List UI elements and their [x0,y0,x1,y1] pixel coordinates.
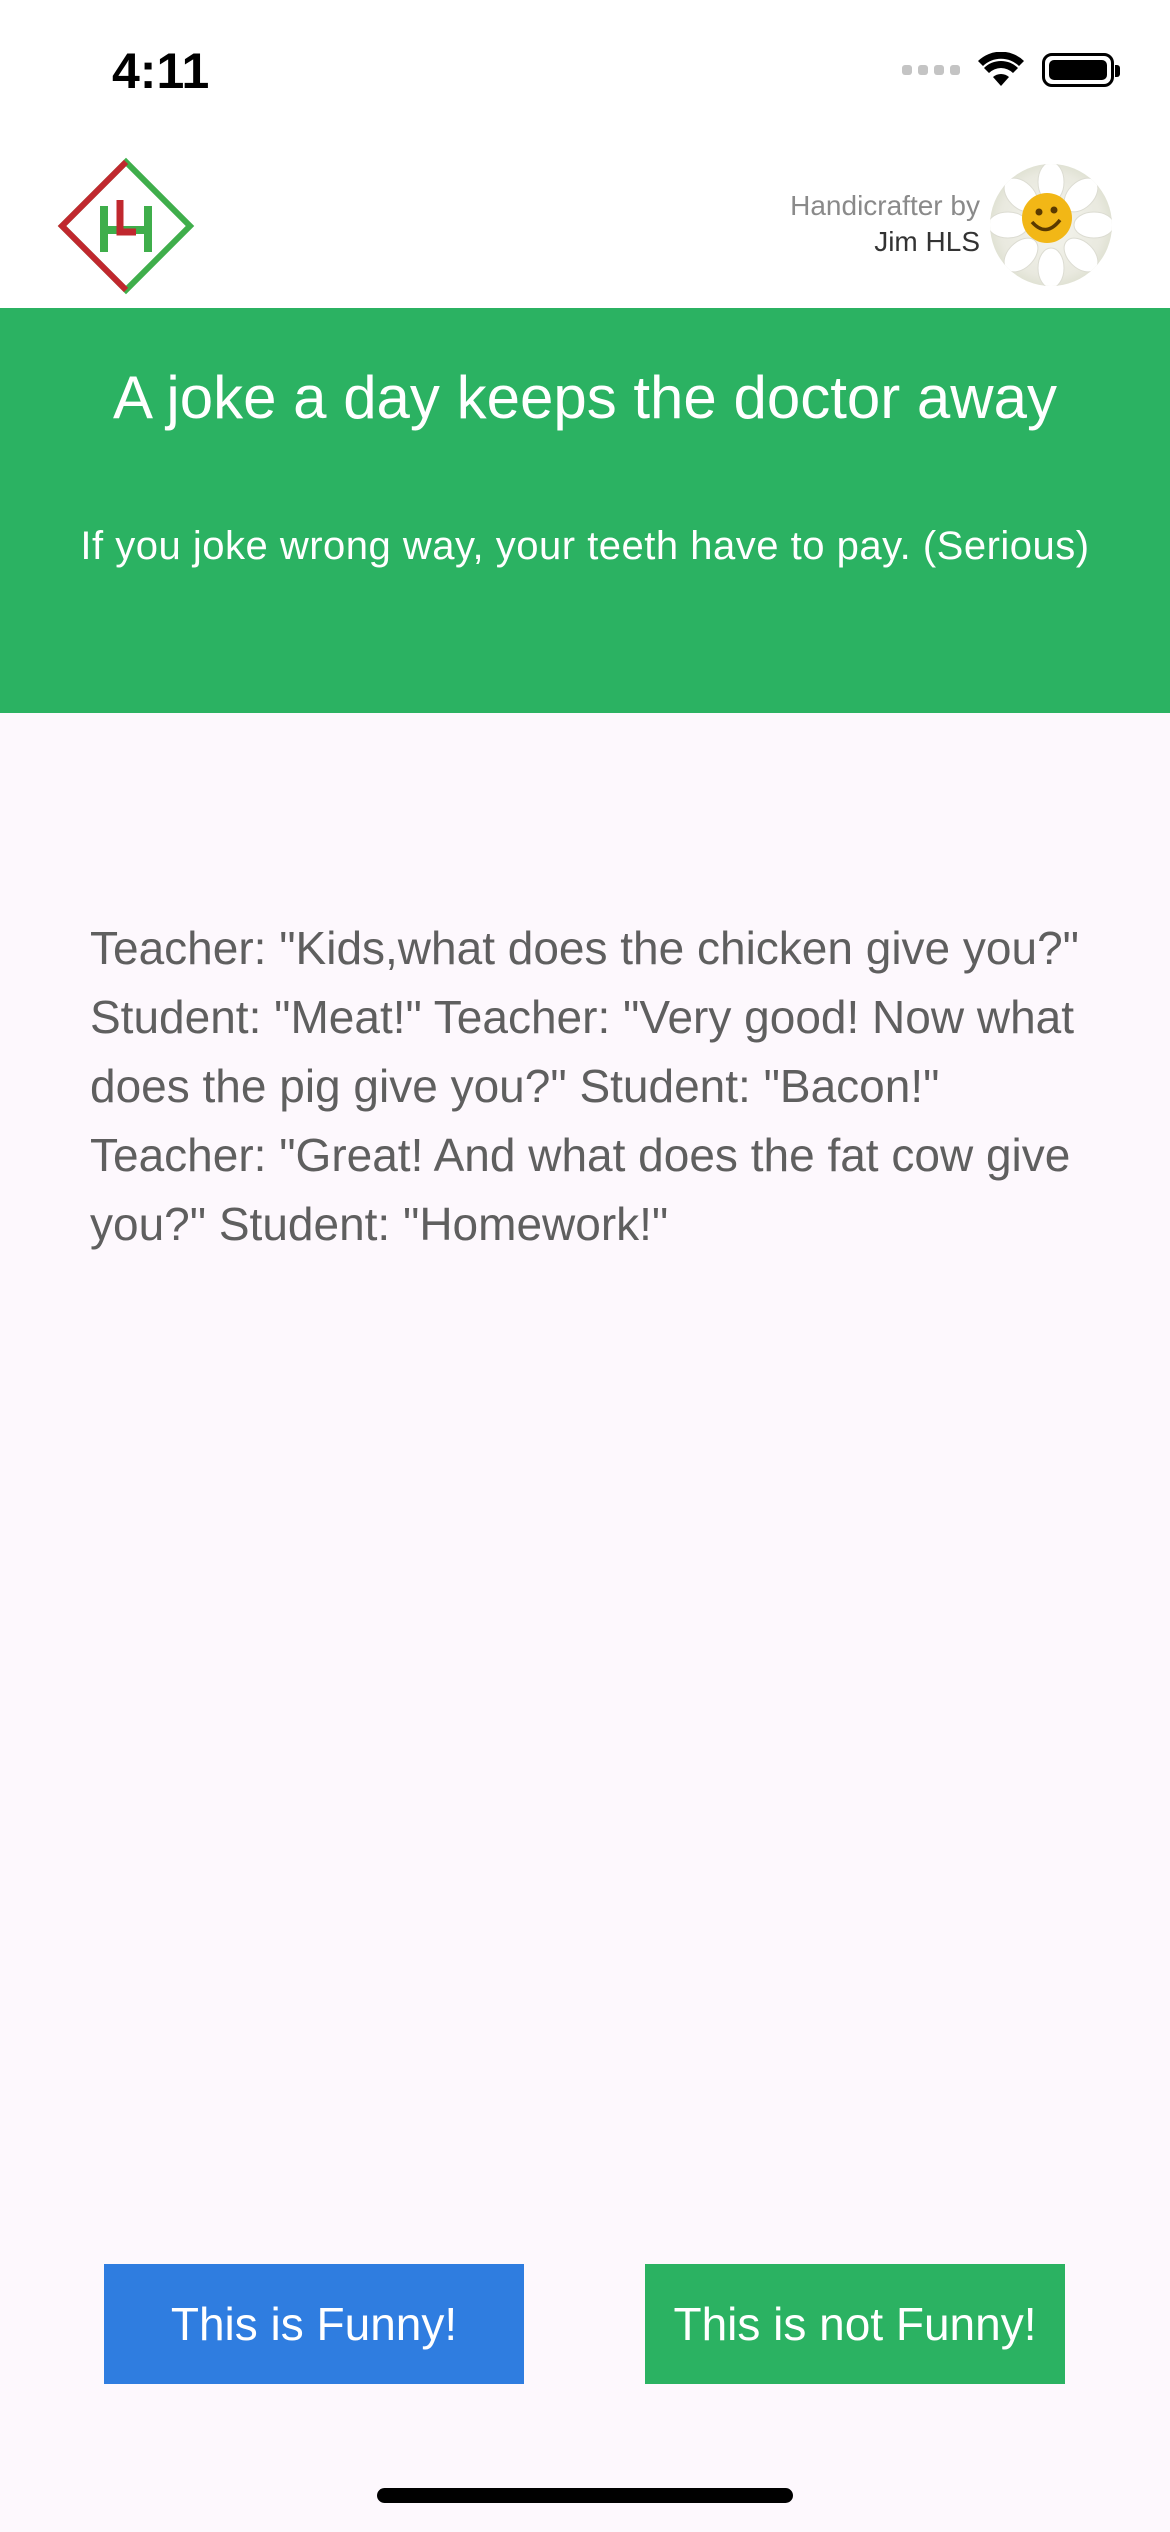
wifi-icon [978,52,1024,86]
funny-button[interactable]: This is Funny! [104,2264,524,2384]
credit-label: Handicrafter by [790,190,980,221]
app-screen: 4:11 Handicrafter by Jim HLS A joke a da… [0,0,1170,2532]
joke-text: Teacher: "Kids,what does the chicken giv… [90,922,1079,1250]
banner-subtitle: If you joke wrong way, your teeth have t… [80,524,1090,568]
status-icons [902,52,1120,88]
smiley-daisy-avatar [990,164,1112,286]
app-header: Handicrafter by Jim HLS [0,140,1170,308]
cellular-signal-icon [902,65,960,75]
hl-diamond-logo [57,157,195,295]
status-time: 4:11 [112,43,210,99]
author-name: Jim HLS [874,226,980,257]
status-bar: 4:11 [0,0,1170,140]
home-indicator[interactable] [377,2488,793,2503]
battery-icon [1042,53,1120,87]
author-credit: Handicrafter by Jim HLS [790,188,980,260]
tagline-banner: A joke a day keeps the doctor away If yo… [0,308,1170,713]
not-funny-button[interactable]: This is not Funny! [645,2264,1065,2384]
banner-title: A joke a day keeps the doctor away [113,364,1057,431]
